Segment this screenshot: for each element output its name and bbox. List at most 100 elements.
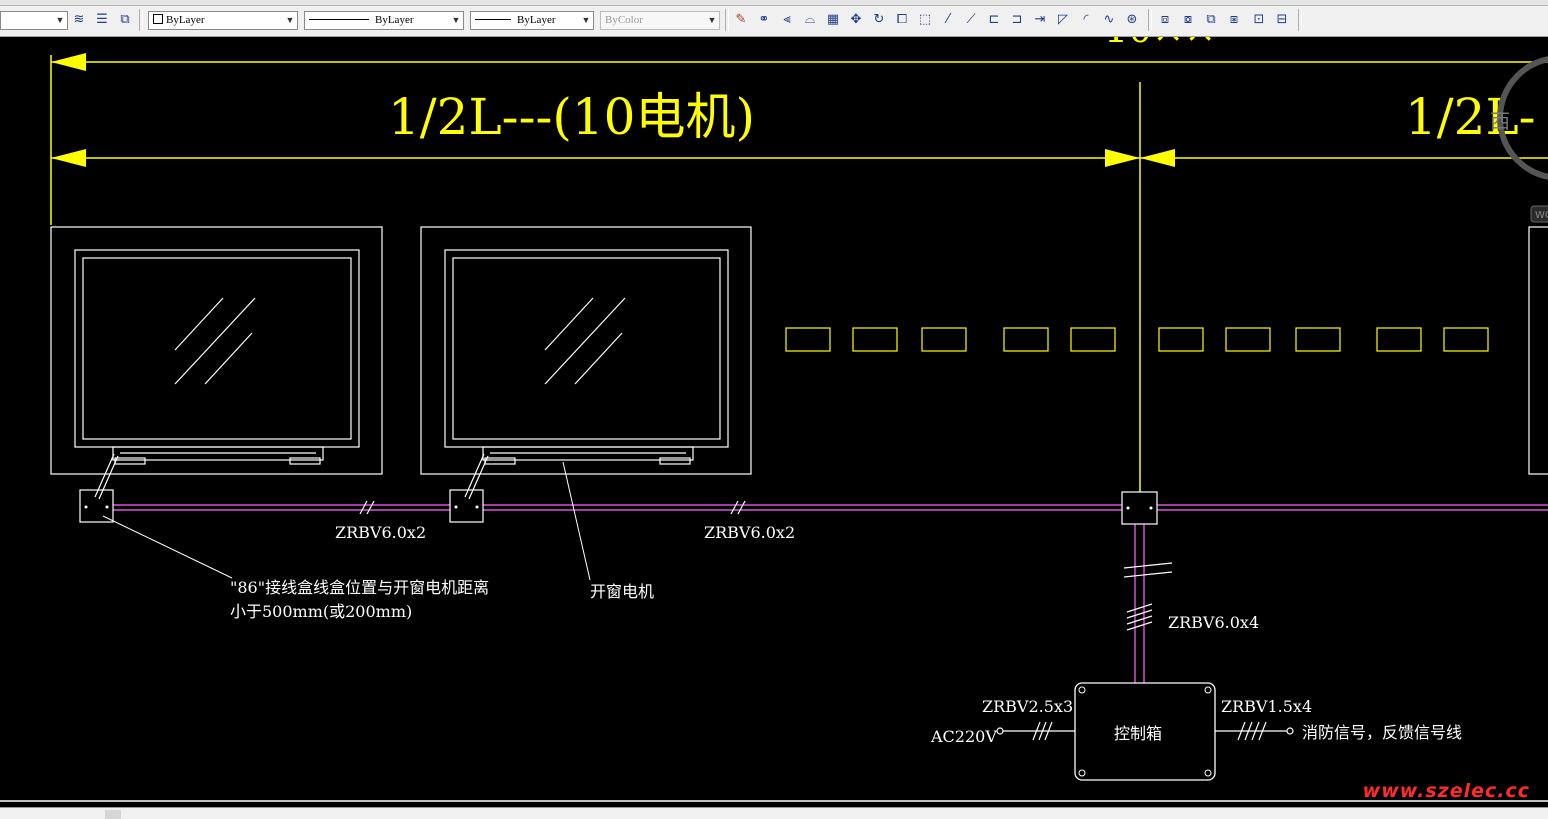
window-1-outer-frame: [50, 226, 383, 475]
signal-label: 消防信号，反馈信号线: [1302, 723, 1462, 742]
omission-marker: [1070, 327, 1116, 352]
color-combo[interactable]: ByLayer ▼: [148, 11, 298, 30]
omission-marker: [1295, 327, 1341, 352]
spline-edit-icon[interactable]: ◜: [1077, 11, 1095, 29]
omission-marker: [921, 327, 967, 352]
scrollbar-thumb[interactable]: [105, 810, 121, 819]
chevron-down-icon: ▼: [55, 15, 65, 25]
top-partial-text: 10××: [1104, 37, 1216, 51]
motor-leads: [94, 453, 489, 500]
junction-boxes: [79, 489, 1158, 525]
motor-bracket: [484, 457, 516, 465]
control-box-label: 控制箱: [1114, 724, 1162, 743]
omission-marker: [1443, 327, 1489, 352]
scale-icon[interactable]: ⧠: [893, 11, 911, 29]
layer-previous-icon[interactable]: ⧉: [116, 11, 134, 29]
explode-icon[interactable]: ∿: [1100, 11, 1118, 29]
linetype-combo[interactable]: ByLayer ▼: [304, 11, 464, 30]
toolbar-separator: [1148, 9, 1152, 31]
lineweight-preview: [475, 19, 511, 20]
linetype-preview: [309, 19, 369, 20]
window-2: [420, 226, 752, 475]
omission-marker: [785, 327, 831, 352]
fillet-icon[interactable]: ◸: [1054, 11, 1072, 29]
motor-label: 开窗电机: [590, 582, 654, 601]
glass-hatch-line: [204, 332, 253, 385]
window-3-partial: [1528, 226, 1548, 475]
toolbar-top-strip: [0, 0, 1548, 6]
horizontal-scrollbar[interactable]: [0, 807, 1548, 819]
omission-marker: [1158, 327, 1204, 352]
layer-state-icon[interactable]: ≋: [70, 11, 88, 29]
color-combo-value: ByLayer: [166, 14, 205, 26]
viewcube-direction-label: 西: [1490, 109, 1510, 133]
chamfer-icon[interactable]: ⇥: [1031, 11, 1049, 29]
mirror-icon[interactable]: ⫷: [778, 11, 796, 29]
hatch-edit-icon[interactable]: ⊛: [1123, 11, 1141, 29]
cable-label-2: ZRBV6.0x2: [704, 523, 795, 542]
array-icon[interactable]: ▦: [824, 11, 842, 29]
arrow-top-left: [51, 53, 86, 71]
glass-hatch-line: [544, 297, 626, 385]
draworder-under-icon[interactable]: ⧆: [1225, 11, 1243, 29]
toolbar-separator: [725, 9, 729, 31]
rotate-icon[interactable]: ↻: [870, 11, 888, 29]
text-front-icon[interactable]: ⊡: [1250, 11, 1268, 29]
glass-hatch-line: [174, 297, 224, 351]
layer-properties-icon[interactable]: ☰: [93, 11, 111, 29]
drawing-svg: 10×× 1/2L---(10电机) 1/2L- 西 WC: [0, 7, 1548, 802]
glass-hatch-line: [544, 297, 594, 351]
window-2-inner-frame: [452, 257, 721, 440]
omitted-window-markers: [785, 327, 1489, 352]
note-junction-line2: 小于500mm(或200mm): [230, 602, 412, 621]
stretch-icon[interactable]: ⬚: [916, 11, 934, 29]
window-2-outer-frame: [420, 226, 752, 475]
window-1-mid-frame: [74, 249, 360, 448]
layer-name-combo[interactable]: ▼: [0, 11, 68, 30]
hatch-back-icon[interactable]: ⊟: [1273, 11, 1291, 29]
toolbar-separator: [1298, 9, 1302, 31]
break-icon[interactable]: ⊏: [985, 11, 1003, 29]
cable-label-power: ZRBV2.5x3: [982, 697, 1073, 716]
offset-icon[interactable]: ⌓: [801, 11, 819, 29]
omission-marker: [1376, 327, 1422, 352]
chevron-down-icon: ▼: [707, 15, 717, 25]
dimension-lines: [50, 55, 1548, 492]
chevron-down-icon: ▼: [285, 15, 295, 25]
toolbar: ▼ ≋ ☰ ⧉ ByLayer ▼ ByLayer ▼ ByLayer ▼ ByCol…: [0, 0, 1548, 37]
leader-junction-note: [102, 515, 233, 579]
draworder-back-icon[interactable]: ⧇: [1179, 11, 1197, 29]
motor-bracket: [114, 457, 146, 465]
join-icon[interactable]: ⊐: [1008, 11, 1026, 29]
omission-marker: [1225, 327, 1271, 352]
lineweight-combo[interactable]: ByLayer ▼: [470, 11, 594, 30]
note-junction-line1: "86"接线盒线盒位置与开窗电机距离: [230, 578, 489, 597]
move-icon[interactable]: ✥: [847, 11, 865, 29]
junction-dots: [84, 505, 1153, 510]
copy-icon[interactable]: ⚭: [755, 11, 773, 29]
color-swatch-icon: [153, 14, 163, 24]
dimension-text-left: 1/2L---(10电机): [388, 88, 755, 146]
drawing-canvas[interactable]: 10×× 1/2L---(10电机) 1/2L- 西 WC: [0, 7, 1548, 807]
dimension-text-right: 1/2L-: [1405, 88, 1536, 146]
erase-icon[interactable]: ✎: [732, 11, 750, 29]
window-1-inner-frame: [82, 257, 352, 440]
linetype-combo-value: ByLayer: [375, 14, 414, 26]
plotstyle-combo-value: ByColor: [605, 14, 643, 26]
watermark: www.szelec.cc: [1362, 780, 1530, 802]
arrow-left: [51, 149, 86, 167]
power-label: AC220V: [930, 727, 997, 746]
wcs-label: WC: [1535, 210, 1548, 221]
omission-marker: [852, 327, 898, 352]
draworder-above-icon[interactable]: ⧉: [1202, 11, 1220, 29]
omission-marker: [1003, 327, 1049, 352]
cable-label-signal: ZRBV1.5x4: [1221, 697, 1312, 716]
extend-icon[interactable]: ⟋: [962, 11, 980, 29]
arrow-center-left: [1105, 149, 1140, 167]
plotstyle-combo: ByColor ▼: [600, 11, 720, 30]
chevron-down-icon: ▼: [451, 15, 461, 25]
trim-icon[interactable]: ⁄: [939, 11, 957, 29]
draworder-front-icon[interactable]: ⧈: [1156, 11, 1174, 29]
cable-label-1: ZRBV6.0x2: [335, 523, 426, 542]
cable-label-riser: ZRBV6.0x4: [1168, 613, 1259, 632]
